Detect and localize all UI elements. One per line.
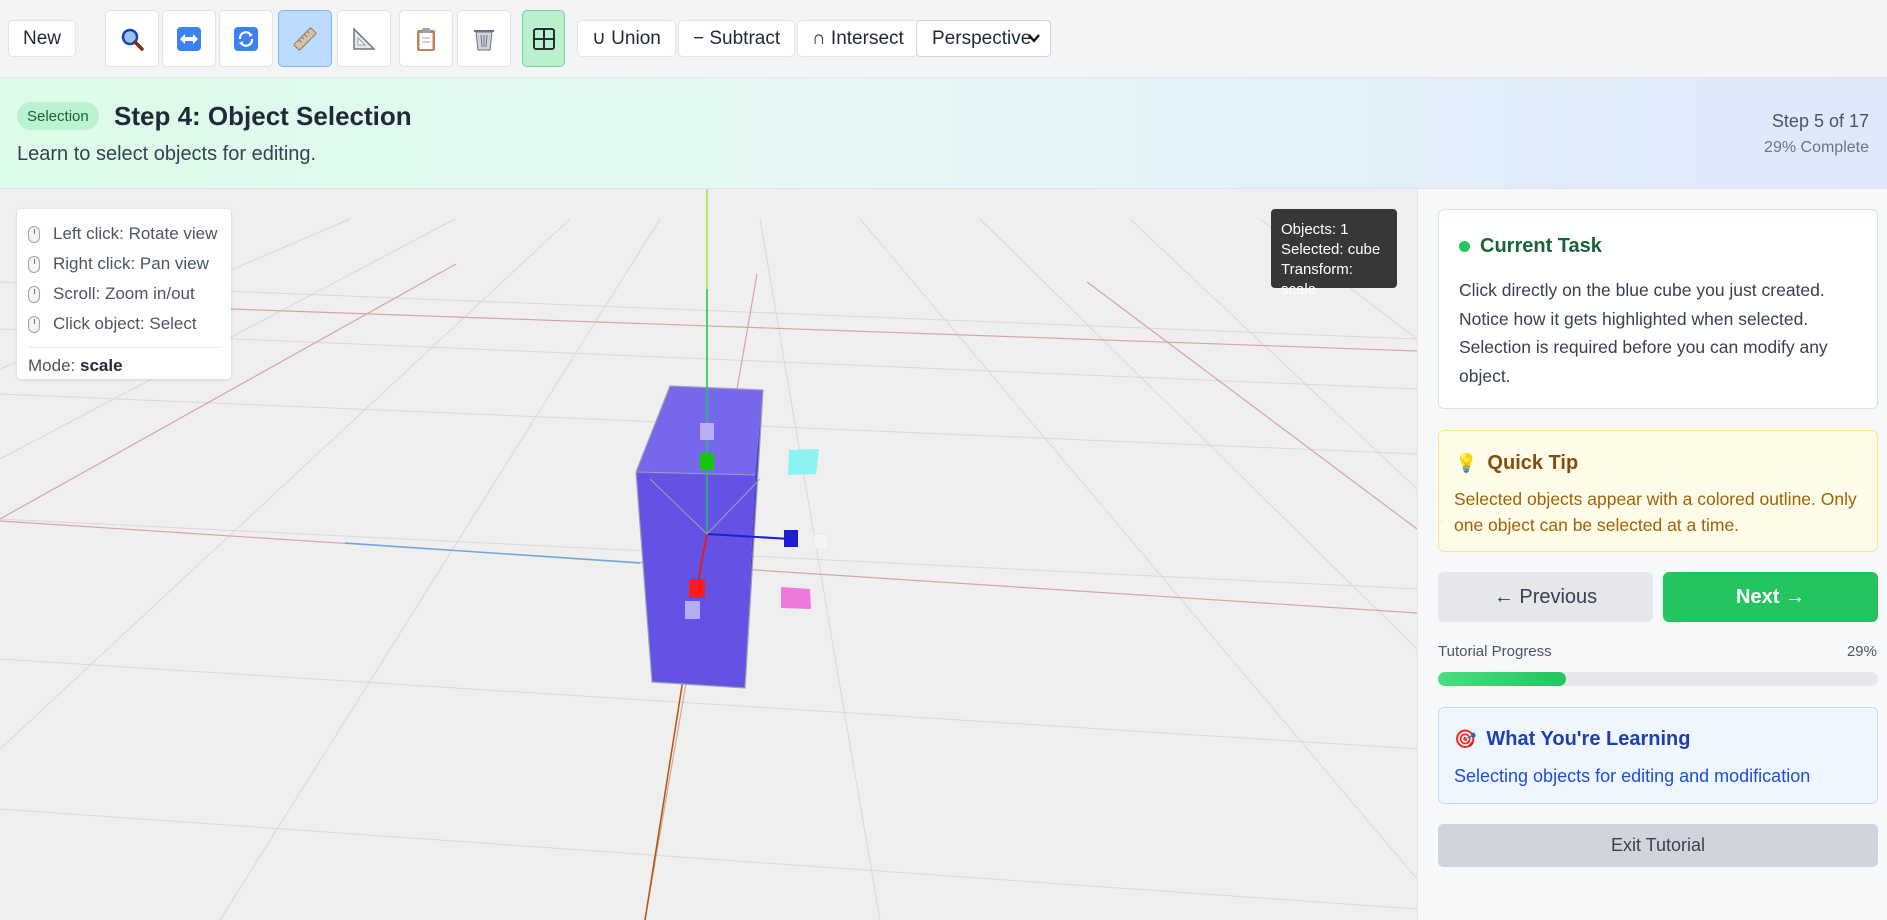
mouse-icon [28, 255, 40, 273]
scale-handle-x[interactable] [689, 579, 705, 598]
mode-indicator: Mode: scale [28, 347, 221, 376]
transform-mode: Transform: scale [1281, 261, 1353, 298]
view-mode-select[interactable]: Perspective [916, 20, 1051, 57]
help-row: Right click: Pan view [28, 249, 221, 279]
intersect-button[interactable]: ∩ Intersect [797, 20, 919, 57]
help-text: Right click: Pan view [53, 254, 209, 273]
status-dot-icon [1459, 241, 1470, 252]
set-square-icon [353, 26, 376, 50]
new-button[interactable]: New [8, 20, 77, 57]
next-button[interactable]: Next → [1663, 572, 1878, 622]
mouse-icon [28, 315, 40, 333]
current-task-heading: Current Task [1459, 235, 1602, 258]
target-icon: 🎯 [1454, 729, 1477, 749]
progress-bar-fill [1438, 672, 1566, 686]
category-badge: Selection [17, 102, 99, 130]
scale-handle-x-plane[interactable] [685, 601, 700, 619]
help-text: Left click: Rotate view [53, 224, 218, 243]
controls-help-panel: Left click: Rotate view Right click: Pan… [17, 209, 231, 379]
step-counter: Step 5 of 17 [1771, 111, 1869, 131]
help-text: Click object: Select [53, 314, 197, 333]
scale-handle-y[interactable] [700, 453, 714, 470]
subtract-button[interactable]: − Subtract [678, 20, 796, 57]
mode-value: scale [79, 356, 123, 375]
quick-tip-card: 💡 Quick Tip Selected objects appear with … [1438, 430, 1878, 552]
toolbar: New ∪ Union − Subtract ∩ Intersect Persp… [0, 0, 1887, 78]
learning-heading: 🎯 What You're Learning [1454, 728, 1690, 751]
mouse-icon [28, 225, 40, 243]
zoom-tool-button[interactable] [105, 10, 159, 67]
paste-tool-button[interactable] [399, 10, 453, 67]
selected-object: Selected: cube [1281, 241, 1381, 258]
help-row: Left click: Rotate view [28, 219, 221, 249]
progress-value: 29% [1846, 643, 1877, 660]
union-button[interactable]: ∪ Union [577, 20, 676, 57]
scene-stats-panel: Objects: 1 Selected: cube Transform: sca… [1271, 209, 1397, 298]
previous-button[interactable]: ← Previous [1438, 572, 1653, 622]
rotate-tool-button[interactable] [219, 10, 273, 67]
cube-top-face [636, 386, 763, 475]
scale-handle-z-plane[interactable] [813, 533, 829, 550]
scale-tool-button[interactable] [278, 10, 332, 67]
learning-text: Selecting objects for editing and modifi… [1454, 766, 1811, 786]
current-task-card: Current Task Click directly on the blue … [1438, 209, 1878, 409]
current-task-title: Current Task [1480, 235, 1602, 257]
lightbulb-icon: 💡 [1455, 453, 1478, 473]
progress-bar [1438, 672, 1878, 686]
help-row: Click object: Select [28, 309, 221, 339]
clipboard-icon [417, 27, 435, 51]
quick-tip-text: Selected objects appear with a colored o… [1454, 489, 1857, 535]
grid-toggle-button[interactable] [522, 10, 565, 67]
grid-icon [532, 27, 555, 50]
ruler-icon [293, 27, 317, 50]
scale-handle-y-plane[interactable] [700, 423, 714, 440]
progress-label: Tutorial Progress [1438, 643, 1552, 660]
trash-icon [474, 29, 494, 50]
quick-tip-heading: 💡 Quick Tip [1455, 452, 1578, 475]
measure-tool-button[interactable] [337, 10, 391, 67]
move-arrows-icon [177, 26, 201, 51]
step-percent-complete: 29% Complete [1764, 139, 1869, 156]
quick-tip-title: Quick Tip [1487, 452, 1579, 474]
help-row: Scroll: Zoom in/out [28, 279, 221, 309]
objects-count: Objects: 1 [1281, 221, 1349, 238]
scale-handle-xz-plane[interactable] [781, 587, 811, 609]
mouse-icon [28, 285, 40, 303]
current-task-text: Click directly on the blue cube you just… [1459, 280, 1828, 386]
chevron-down-icon [1028, 34, 1040, 43]
step-description: Learn to select objects for editing. [17, 143, 317, 165]
move-tool-button[interactable] [162, 10, 216, 67]
learning-title: What You're Learning [1486, 728, 1691, 750]
rotate-icon [234, 26, 258, 51]
learning-card: 🎯 What You're Learning Selecting objects … [1438, 707, 1878, 804]
view-mode-value: Perspective [932, 27, 1032, 49]
mode-label: Mode: [28, 356, 76, 375]
help-text: Scroll: Zoom in/out [53, 284, 195, 303]
delete-tool-button[interactable] [457, 10, 511, 67]
exit-tutorial-button[interactable]: Exit Tutorial [1438, 824, 1878, 867]
z-axis-line [344, 542, 641, 564]
step-banner [0, 78, 1887, 189]
scale-handle-yz-plane[interactable] [788, 449, 819, 475]
scale-handle-z[interactable] [784, 530, 798, 547]
magnifier-icon [121, 28, 144, 51]
step-title: Step 4: Object Selection [114, 101, 412, 131]
